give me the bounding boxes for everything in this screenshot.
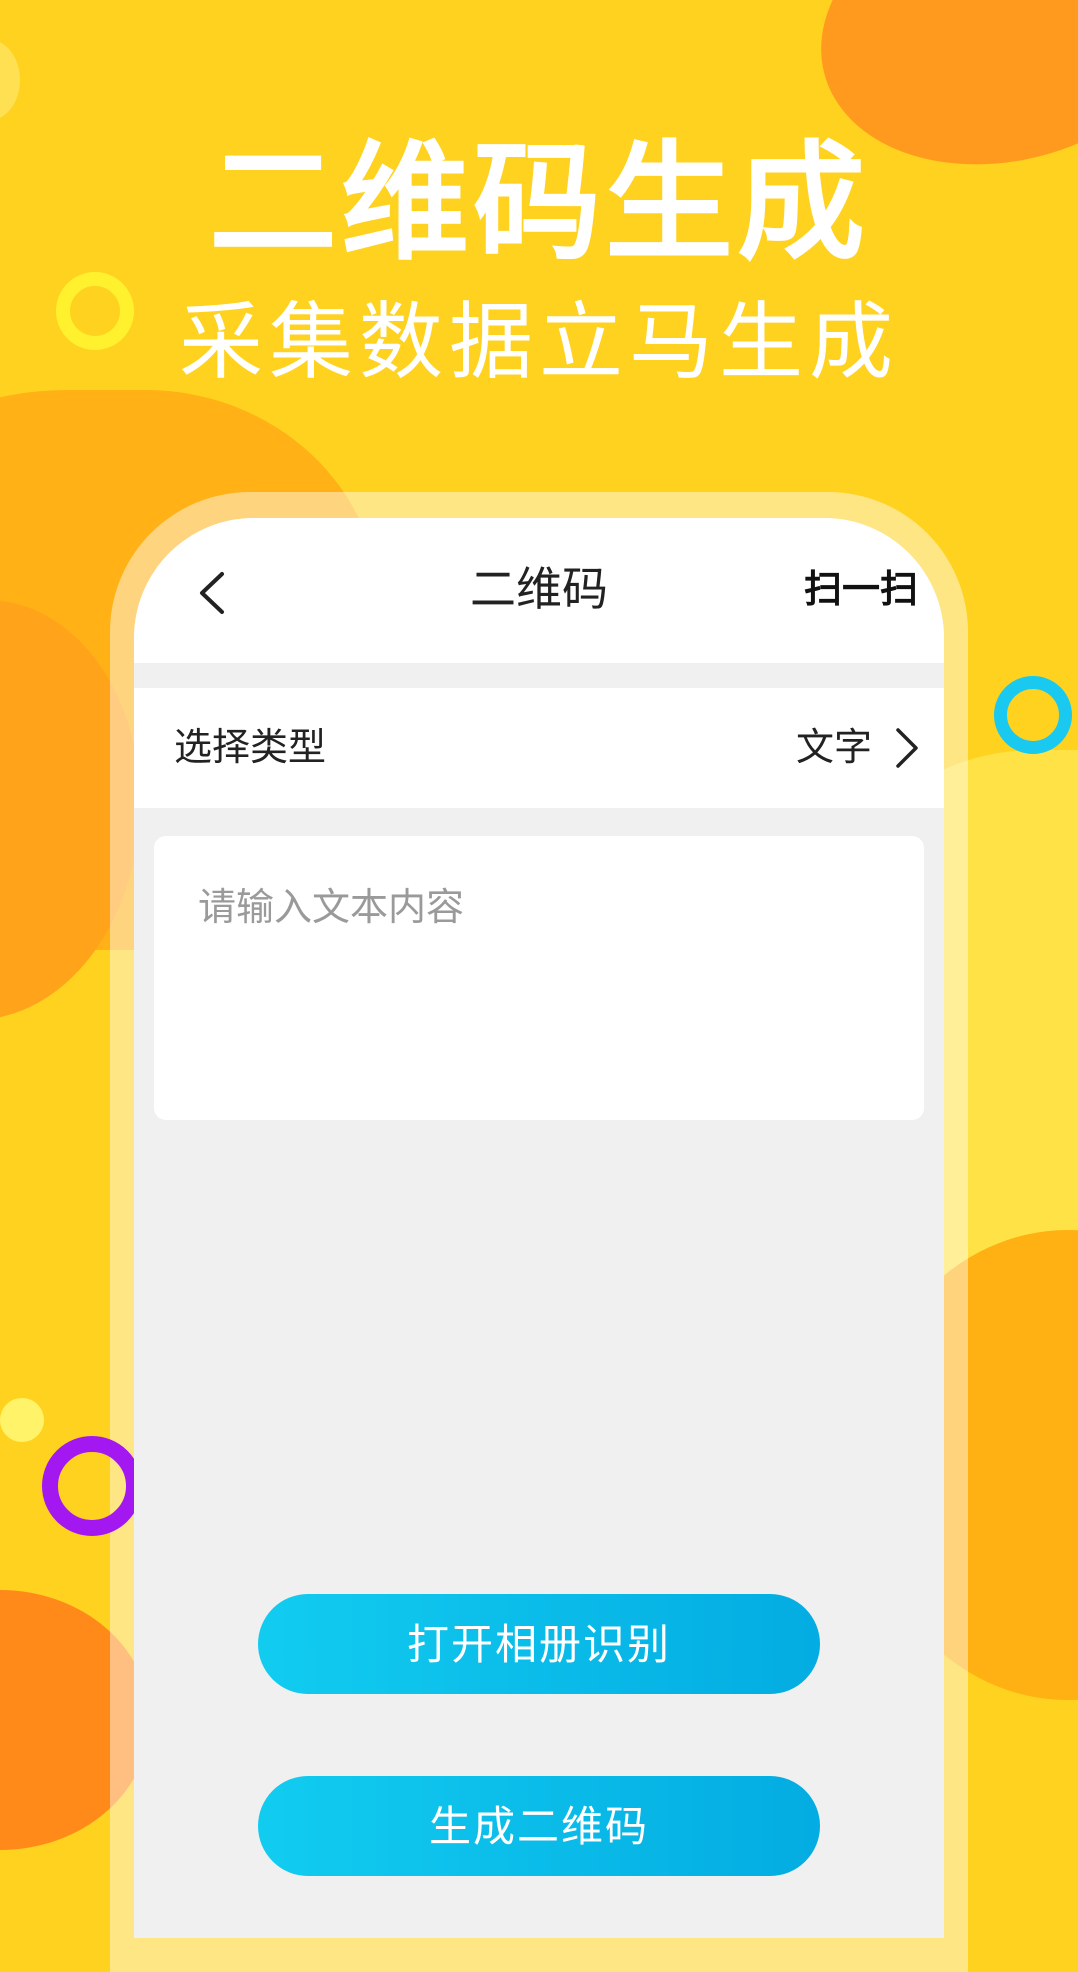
navbar: 二维码 扫一扫 bbox=[134, 518, 944, 663]
text-content-input[interactable] bbox=[154, 836, 924, 1120]
app-screen: 二维码 扫一扫 选择类型 文字 打开相册识别 生成二维码 bbox=[134, 518, 944, 1938]
chevron-right-icon bbox=[896, 728, 918, 768]
generate-qr-button[interactable]: 生成二维码 bbox=[258, 1776, 820, 1876]
select-type-row[interactable]: 选择类型 文字 bbox=[134, 688, 944, 808]
select-type-label: 选择类型 bbox=[174, 725, 327, 769]
selected-type-value: 文字 bbox=[795, 725, 872, 769]
purple-ring-decoration bbox=[42, 1436, 142, 1536]
open-album-button[interactable]: 打开相册识别 bbox=[258, 1594, 820, 1694]
yellow-dot-decoration bbox=[0, 1398, 44, 1442]
blue-ring-decoration bbox=[994, 676, 1072, 754]
promo-headline: 二维码生成 bbox=[208, 129, 869, 278]
scan-button[interactable]: 扫一扫 bbox=[804, 570, 918, 608]
promo-subline: 采集数据立马生成 bbox=[178, 293, 899, 391]
light-blob-top-left bbox=[0, 40, 20, 120]
